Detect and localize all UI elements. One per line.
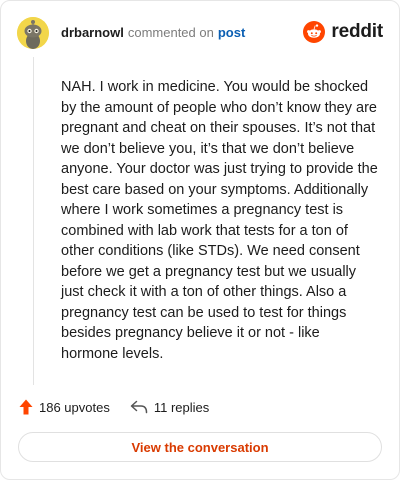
comment-body: NAH. I work in medicine. You would be sh…	[61, 79, 378, 362]
upvote-count: 186 upvotes	[39, 399, 110, 415]
brand-wordmark: reddit	[331, 21, 383, 42]
reply-icon	[130, 400, 148, 414]
comment-card: drbarnowl commented on post reddit NAH. …	[0, 0, 400, 480]
commented-on-text: commented on	[127, 25, 214, 40]
reply-count: 11 replies	[153, 399, 210, 415]
reddit-brand[interactable]: reddit	[303, 21, 383, 43]
view-conversation-button[interactable]: View the conversation	[18, 432, 382, 462]
snoo-avatar-icon	[17, 17, 49, 49]
reply-action[interactable]: 11 replies	[130, 400, 209, 415]
username[interactable]: drbarnowl	[61, 25, 124, 41]
comment-actions: 186 upvotes 11 replies	[19, 399, 209, 415]
upvote-action[interactable]: 186 upvotes	[19, 399, 110, 415]
avatar[interactable]	[17, 17, 49, 49]
reddit-logo-icon	[303, 21, 326, 43]
upvote-arrow-icon	[19, 399, 33, 415]
comment-header: drbarnowl commented on post	[61, 25, 245, 41]
post-link[interactable]: post	[218, 25, 245, 41]
thread-line	[33, 57, 34, 385]
